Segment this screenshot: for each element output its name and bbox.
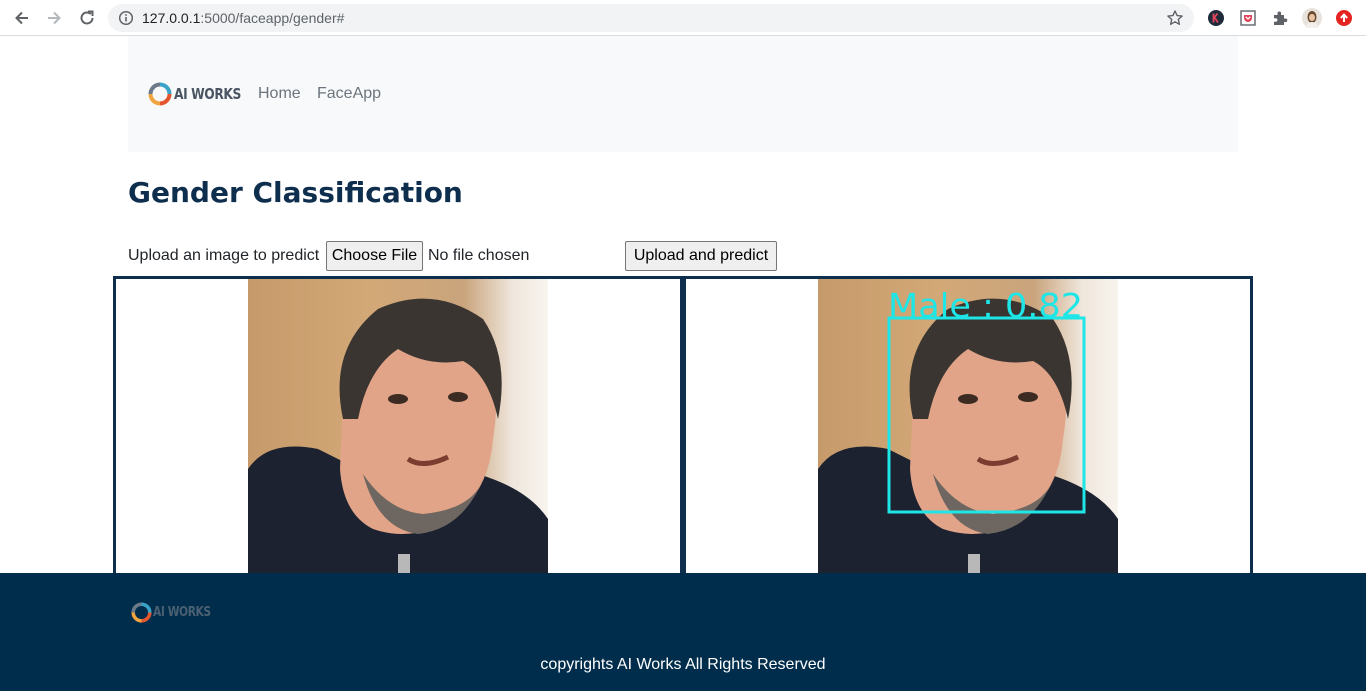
browser-toolbar: 127.0.0.1:5000/faceapp/gender# xyxy=(0,0,1366,36)
face-photo-illustration xyxy=(248,298,548,576)
url-host: 127.0.0.1 xyxy=(142,10,201,26)
site-footer: AI WORKS copyrights AI Works All Rights … xyxy=(0,573,1366,691)
back-arrow-icon xyxy=(15,11,28,25)
logo-ring-icon xyxy=(148,82,172,106)
url-text: 127.0.0.1:5000/faceapp/gender# xyxy=(142,10,344,26)
prediction-label: Male : 0.82 xyxy=(888,286,1083,325)
forward-button[interactable] xyxy=(43,7,65,29)
update-extension[interactable] xyxy=(1334,8,1354,28)
k-badge-icon xyxy=(1208,10,1224,26)
puzzle-icon xyxy=(1274,11,1288,25)
nav-link-faceapp[interactable]: FaceApp xyxy=(317,85,381,103)
site-navbar: AI WORKS Home FaceApp xyxy=(128,36,1238,152)
page-title: Gender Classification xyxy=(128,176,463,209)
logo-ring-icon xyxy=(131,602,152,623)
file-status: No file chosen xyxy=(428,247,530,264)
nav-link-home[interactable]: Home xyxy=(258,85,301,103)
reload-icon xyxy=(80,10,94,25)
url-path: :5000/faceapp/gender# xyxy=(200,10,345,26)
bookmark-star-icon[interactable] xyxy=(1166,9,1184,27)
info-icon[interactable] xyxy=(118,10,134,26)
original-image-panel xyxy=(113,276,683,576)
copyright-text: copyrights AI Works All Rights Reserved xyxy=(540,656,826,673)
face-photo-illustration: Male : 0.82 xyxy=(818,286,1118,576)
forward-arrow-icon xyxy=(48,11,61,25)
prediction-image-panel: Male : 0.82 xyxy=(683,276,1253,576)
reload-button[interactable] xyxy=(76,7,98,29)
original-face-image xyxy=(248,279,548,576)
address-bar[interactable]: 127.0.0.1:5000/faceapp/gender# xyxy=(108,4,1194,32)
upload-arrow-icon xyxy=(1336,10,1352,26)
predicted-face-image: Male : 0.82 xyxy=(818,279,1118,576)
brand-logo[interactable]: AI WORKS xyxy=(148,82,256,106)
back-button[interactable] xyxy=(11,7,33,29)
pocket-extension[interactable] xyxy=(1238,8,1258,28)
upload-form: Upload an image to predict Choose File N… xyxy=(128,241,828,271)
upload-label: Upload an image to predict xyxy=(128,247,320,264)
extensions-button[interactable] xyxy=(1270,8,1290,28)
brand-name: AI WORKS xyxy=(174,85,241,103)
avatar-icon xyxy=(1302,8,1322,28)
footer-brand-name: AI WORKS xyxy=(153,605,211,620)
pocket-icon xyxy=(1240,10,1256,26)
profile-avatar[interactable] xyxy=(1302,8,1322,28)
profile-k-extension[interactable] xyxy=(1206,8,1226,28)
upload-and-predict-button[interactable]: Upload and predict xyxy=(625,241,777,271)
choose-file-button[interactable]: Choose File xyxy=(326,241,423,271)
footer-brand-logo: AI WORKS xyxy=(131,602,223,623)
